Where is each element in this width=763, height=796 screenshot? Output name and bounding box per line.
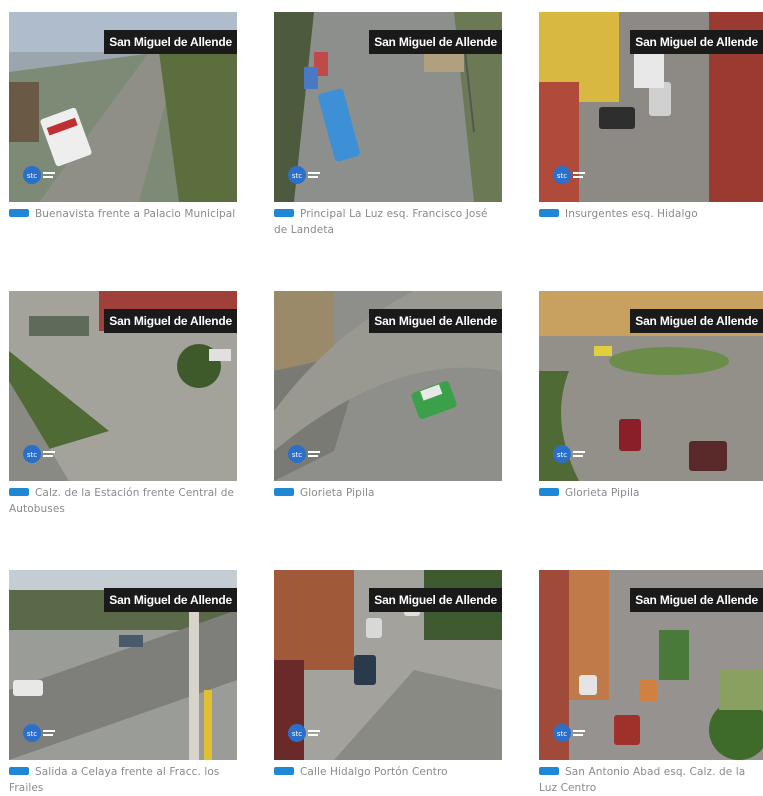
svg-text:stc: stc	[27, 451, 37, 459]
camera-thumbnail[interactable]: San Miguel de Allende stc	[274, 291, 502, 481]
stc-logo: stc	[288, 165, 322, 185]
camera-caption[interactable]: Calle Hidalgo Portón Centro	[274, 764, 502, 780]
svg-text:stc: stc	[292, 172, 302, 180]
camera-thumbnail[interactable]: San Miguel de Allende stc	[9, 12, 237, 202]
location-badge: San Miguel de Allende	[369, 30, 502, 54]
camera-icon	[539, 767, 559, 775]
camera-card[interactable]: San Miguel de Allende stc Calle Hidalgo …	[274, 570, 502, 780]
location-badge: San Miguel de Allende	[104, 588, 237, 612]
svg-text:stc: stc	[557, 172, 567, 180]
camera-thumbnail[interactable]: San Miguel de Allende stc	[274, 570, 502, 760]
camera-thumbnail[interactable]: San Miguel de Allende stc	[539, 12, 763, 202]
camera-icon	[274, 209, 294, 217]
camera-card[interactable]: San Miguel de Allende stc Glorieta Pipil…	[539, 291, 763, 501]
camera-thumbnail[interactable]: San Miguel de Allende stc	[274, 12, 502, 202]
stc-logo: stc	[553, 723, 587, 743]
camera-thumbnail[interactable]: San Miguel de Allende stc	[9, 291, 237, 481]
camera-card[interactable]: San Miguel de Allende stc Buenavista fre…	[9, 12, 237, 222]
location-badge: San Miguel de Allende	[630, 309, 763, 333]
svg-text:stc: stc	[292, 730, 302, 738]
camera-caption[interactable]: Buenavista frente a Palacio Municipal	[9, 206, 237, 222]
camera-icon	[274, 488, 294, 496]
stc-logo: stc	[288, 723, 322, 743]
svg-text:stc: stc	[27, 730, 37, 738]
location-badge: San Miguel de Allende	[369, 309, 502, 333]
svg-text:stc: stc	[27, 172, 37, 180]
svg-text:stc: stc	[557, 730, 567, 738]
stc-logo: stc	[288, 444, 322, 464]
camera-card[interactable]: San Miguel de Allende stc Glorieta Pipil…	[274, 291, 502, 501]
camera-icon	[9, 488, 29, 496]
stc-logo: stc	[553, 444, 587, 464]
camera-caption[interactable]: Principal La Luz esq. Francisco José de …	[274, 206, 502, 238]
location-badge: San Miguel de Allende	[104, 30, 237, 54]
camera-icon	[9, 209, 29, 217]
camera-card[interactable]: San Miguel de Allende stc Calz. de la Es…	[9, 291, 237, 517]
stc-logo: stc	[23, 444, 57, 464]
camera-caption[interactable]: San Antonio Abad esq. Calz. de la Luz Ce…	[539, 764, 763, 796]
location-badge: San Miguel de Allende	[369, 588, 502, 612]
location-badge: San Miguel de Allende	[104, 309, 237, 333]
stc-logo: stc	[553, 165, 587, 185]
camera-card[interactable]: San Miguel de Allende stc Salida a Celay…	[9, 570, 237, 796]
camera-card[interactable]: San Miguel de Allende stc Principal La L…	[274, 12, 502, 238]
camera-card[interactable]: San Miguel de Allende stc Insurgentes es…	[539, 12, 763, 222]
camera-caption[interactable]: Glorieta Pipila	[539, 485, 763, 501]
location-badge: San Miguel de Allende	[630, 588, 763, 612]
camera-icon	[539, 209, 559, 217]
camera-thumbnail[interactable]: San Miguel de Allende stc	[9, 570, 237, 760]
stc-logo: stc	[23, 723, 57, 743]
camera-icon	[539, 488, 559, 496]
location-badge: San Miguel de Allende	[630, 30, 763, 54]
camera-caption[interactable]: Calz. de la Estación frente Central de A…	[9, 485, 237, 517]
camera-thumbnail[interactable]: San Miguel de Allende stc	[539, 570, 763, 760]
camera-icon	[274, 767, 294, 775]
camera-thumbnail[interactable]: San Miguel de Allende stc	[539, 291, 763, 481]
camera-card[interactable]: San Miguel de Allende stc San Antonio Ab…	[539, 570, 763, 796]
camera-caption[interactable]: Insurgentes esq. Hidalgo	[539, 206, 763, 222]
svg-text:stc: stc	[292, 451, 302, 459]
svg-text:stc: stc	[557, 451, 567, 459]
camera-caption[interactable]: Glorieta Pipila	[274, 485, 502, 501]
stc-logo: stc	[23, 165, 57, 185]
camera-caption[interactable]: Salida a Celaya frente al Fracc. los Fra…	[9, 764, 237, 796]
camera-icon	[9, 767, 29, 775]
